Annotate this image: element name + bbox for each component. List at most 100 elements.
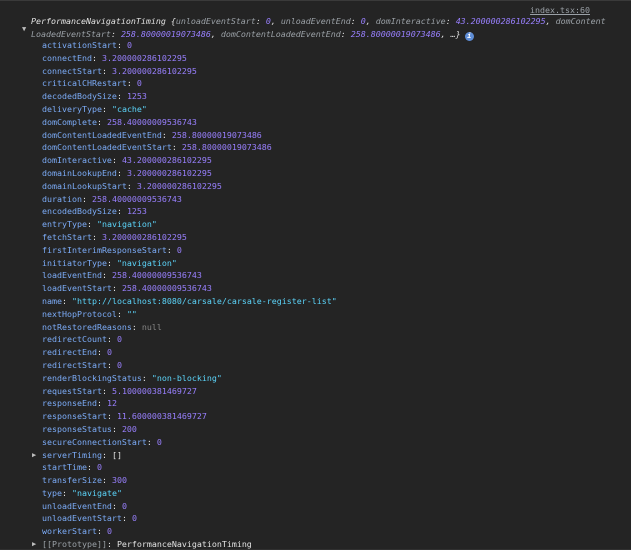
property-colon: : [86, 462, 97, 473]
property-key: transferSize [42, 475, 102, 486]
preview-comma: , [440, 28, 451, 39]
property-colon: : [81, 193, 92, 204]
property-key: redirectCount [42, 334, 107, 345]
property-key: domainLookupStart [42, 180, 127, 191]
expand-triangle-down-icon[interactable]: ▼ [22, 25, 26, 33]
property-row: unloadEventEnd: 0 [42, 500, 622, 513]
property-key: [[Prototype]] [42, 539, 107, 550]
property-row: responseEnd: 12 [42, 397, 622, 410]
property-colon: : [111, 283, 122, 294]
property-key: duration [42, 193, 82, 204]
property-value: [] [111, 449, 122, 460]
property-colon: : [91, 231, 102, 242]
property-key: initiatorType [42, 257, 107, 268]
property-row: nextHopProtocol: "" [42, 308, 622, 321]
property-value: null [141, 321, 162, 332]
property-row: unloadEventStart: 0 [42, 512, 622, 525]
preview-colon: : [255, 16, 266, 26]
property-colon: : [141, 372, 152, 383]
property-value: 0 [176, 244, 182, 255]
property-key: renderBlockingStatus [42, 372, 142, 383]
property-colon: : [106, 539, 117, 550]
property-row[interactable]: ▶ serverTiming: [] [32, 449, 622, 462]
property-key: deliveryType [42, 103, 102, 114]
expand-triangle-right-icon[interactable]: ▶ [32, 449, 36, 462]
property-value: 258.40000009536743 [111, 270, 202, 281]
property-colon: : [96, 116, 107, 127]
property-row: domComplete: 258.40000009536743 [42, 116, 622, 129]
property-value: 0 [136, 78, 142, 89]
property-value: 5.100000381469727 [111, 385, 197, 396]
property-row: entryType: "navigation" [42, 218, 622, 231]
property-colon: : [111, 423, 122, 434]
property-row: domContentLoadedEventStart: 258.80000019… [42, 141, 622, 154]
property-key: responseStatus [42, 423, 112, 434]
property-colon: : [131, 321, 142, 332]
property-colon: : [121, 513, 132, 524]
property-colon: : [116, 91, 127, 102]
property-colon: : [166, 244, 177, 255]
summary-ellipsis: …} [450, 28, 461, 39]
preview-comma: , [270, 16, 281, 26]
property-row: decodedBodySize: 1253 [42, 90, 622, 103]
property-colon: : [61, 295, 72, 306]
preview-colon: : [445, 16, 456, 26]
property-key: criticalCHRestart [42, 78, 127, 89]
property-key: nextHopProtocol [42, 308, 117, 319]
property-row: redirectCount: 0 [42, 333, 622, 346]
property-colon: : [101, 475, 112, 486]
preview-comma: , [210, 28, 221, 39]
property-value: "navigation" [96, 219, 157, 230]
property-value: 3.200000286102295 [111, 65, 197, 76]
property-value: PerformanceNavigationTiming [116, 539, 252, 550]
property-value: 0 [106, 526, 112, 537]
property-colon: : [106, 334, 117, 345]
property-row: responseStart: 11.600000381469727 [42, 410, 622, 423]
property-row: domContentLoadedEventEnd: 258.8000001907… [42, 129, 622, 142]
preview-colon: : [340, 28, 351, 39]
property-row: deliveryType: "cache" [42, 103, 622, 116]
property-value: 258.80000019073486 [171, 129, 262, 140]
property-value: "cache" [111, 103, 147, 114]
property-value: "http://localhost:8080/carsale/carsale-r… [71, 295, 337, 306]
property-colon: : [111, 155, 122, 166]
property-key: domInteractive [42, 155, 112, 166]
property-row: fetchStart: 3.200000286102295 [42, 231, 622, 244]
property-key: encodedBodySize [42, 206, 117, 217]
preview-comma: , [545, 16, 556, 26]
property-key: domContentLoadedEventEnd [42, 129, 162, 140]
property-row: loadEventEnd: 258.40000009536743 [42, 269, 622, 282]
object-type-name: PerformanceNavigationTiming [31, 16, 166, 26]
property-value: 0 [156, 436, 162, 447]
devtools-console: index.tsx:60 ▼ PerformanceNavigationTimi… [0, 0, 631, 550]
property-row: initiatorType: "navigation" [42, 257, 622, 270]
property-key: connectStart [42, 65, 102, 76]
property-key: startTime [42, 462, 87, 473]
property-key: domContentLoadedEventStart [42, 142, 172, 153]
property-colon: : [146, 436, 157, 447]
source-link[interactable]: index.tsx:60 [530, 5, 590, 15]
property-row: responseStatus: 200 [42, 423, 622, 436]
property-value: 3.200000286102295 [101, 52, 187, 63]
property-colon: : [101, 449, 112, 460]
property-colon: : [86, 219, 97, 230]
property-key: responseEnd [42, 398, 97, 409]
property-colon: : [106, 257, 117, 268]
property-key: responseStart [42, 411, 107, 422]
property-colon: : [91, 52, 102, 63]
property-colon: : [116, 167, 127, 178]
property-key: domComplete [42, 116, 97, 127]
property-row: type: "navigate" [42, 487, 622, 500]
property-colon: : [101, 270, 112, 281]
property-value: 0 [126, 40, 132, 50]
property-value: 0 [116, 334, 122, 345]
property-colon: : [101, 385, 112, 396]
property-value: 0 [121, 500, 127, 511]
object-summary[interactable]: PerformanceNavigationTiming {unloadEvent… [31, 15, 606, 41]
property-key: workerStart [42, 526, 97, 537]
property-colon: : [126, 180, 137, 191]
property-value: 0 [116, 359, 122, 370]
property-colon: : [111, 500, 122, 511]
property-key: entryType [42, 219, 87, 230]
property-row: requestStart: 5.100000381469727 [42, 385, 622, 398]
